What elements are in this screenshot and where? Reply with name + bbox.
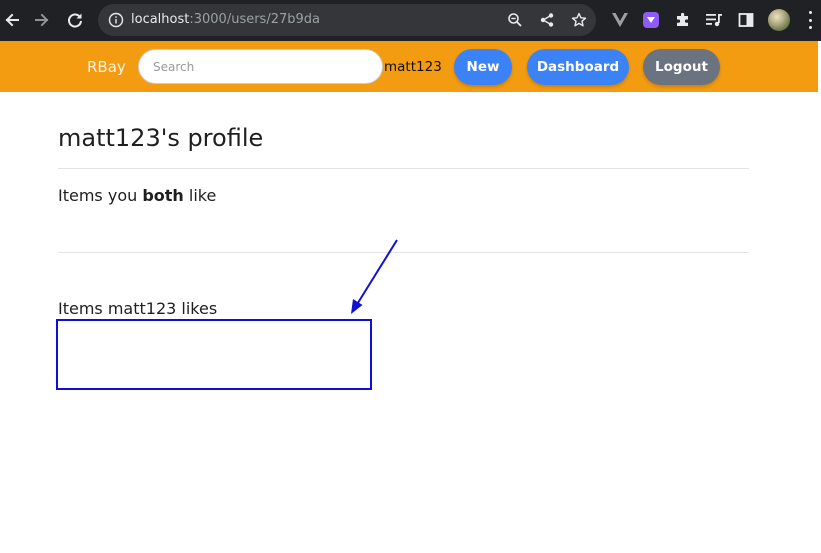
arrow-left-icon	[5, 13, 19, 27]
logout-button[interactable]: Logout	[643, 49, 720, 85]
nav-username: matt123	[384, 59, 442, 75]
shared-likes-prefix: Items you	[58, 186, 143, 205]
new-button[interactable]: New	[454, 49, 512, 85]
search-input[interactable]	[138, 49, 383, 84]
shared-likes-bold: both	[142, 186, 184, 205]
star-icon[interactable]	[571, 12, 587, 28]
divider-top	[58, 168, 749, 169]
avatar[interactable]	[768, 9, 790, 31]
shared-likes-suffix: like	[183, 186, 217, 205]
app-navbar: RBay matt123 New Dashboard Logout	[0, 41, 818, 92]
url-host: localhost	[131, 12, 190, 27]
user-likes-list	[56, 319, 372, 390]
info-icon[interactable]	[108, 12, 124, 28]
forward-button[interactable]	[30, 8, 54, 32]
annotation-arrow	[351, 239, 398, 314]
browser-toolbar: localhost:3000/users/27b9da	[0, 0, 821, 41]
side-panel-icon[interactable]	[736, 10, 756, 30]
user-likes-heading: Items matt123 likes	[58, 299, 218, 318]
page-title: matt123's profile	[58, 124, 264, 152]
dashboard-button[interactable]: Dashboard	[527, 49, 629, 85]
reload-icon	[68, 13, 82, 28]
share-icon[interactable]	[539, 12, 555, 28]
shared-likes-heading: Items you both like	[58, 186, 216, 206]
vue-devtools-icon[interactable]	[610, 10, 630, 30]
purple-extension-icon[interactable]	[641, 10, 661, 30]
kebab-menu-icon[interactable]	[803, 11, 817, 29]
reload-button[interactable]	[63, 8, 87, 32]
puzzle-icon[interactable]	[673, 10, 693, 30]
url-text[interactable]: localhost:3000/users/27b9da	[131, 12, 320, 28]
arrow-right-icon	[35, 13, 49, 27]
address-bar[interactable]: localhost:3000/users/27b9da	[98, 4, 596, 36]
media-queue-icon[interactable]	[704, 10, 724, 30]
back-button[interactable]	[0, 8, 24, 32]
url-path: :3000/users/27b9da	[189, 12, 320, 27]
brand-link[interactable]: RBay	[87, 58, 126, 76]
zoom-icon[interactable]	[507, 12, 523, 28]
